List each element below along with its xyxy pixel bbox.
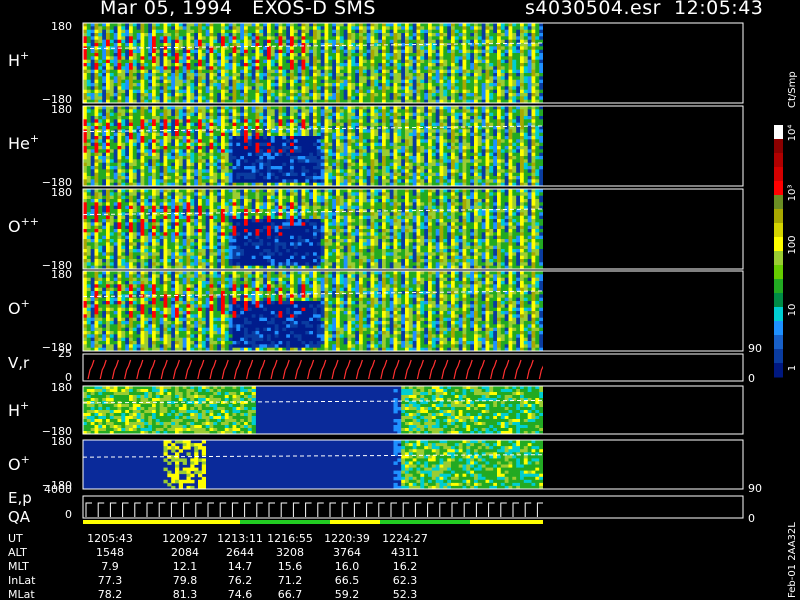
species-label: H+ [8, 399, 29, 420]
row-value: 12.1 [173, 560, 198, 573]
qa-bar [330, 520, 380, 524]
ep-label: E,p [8, 489, 32, 507]
colorbar-swatch [774, 209, 783, 224]
qa-label: QA [8, 508, 31, 526]
colorbar-swatch [774, 335, 783, 350]
y-tick-label: 180 [51, 103, 72, 116]
row-value: 2644 [226, 546, 254, 559]
row-value: 16.0 [335, 560, 360, 573]
row-name: InLat [8, 574, 36, 587]
colorbar-swatch [774, 307, 783, 322]
row-name: UT [8, 532, 23, 545]
row-value: 52.3 [393, 588, 418, 600]
row-name: ALT [8, 546, 27, 559]
y-tick-label: 180 [51, 381, 72, 394]
right-tick-label: 0 [748, 372, 755, 385]
colorbar-tick-label: 100 [787, 235, 798, 254]
colorbar-swatch [774, 321, 783, 336]
y-tick-label: 25 [58, 347, 72, 360]
colorbar-tick-label: 10⁴ [787, 125, 798, 142]
colorbar-swatch [774, 139, 783, 154]
row-value: 66.7 [278, 588, 303, 600]
colorbar-unit: Ct/Smp [787, 71, 798, 108]
species-label: O+ [8, 297, 30, 318]
y-tick-label: 180 [51, 20, 72, 33]
row-value: 16.2 [393, 560, 418, 573]
row-value: 15.6 [278, 560, 303, 573]
qa-bar [380, 520, 470, 524]
colorbar-swatch [774, 153, 783, 168]
right-tick-label: 90 [748, 482, 762, 495]
row-value: 78.2 [98, 588, 123, 600]
species-label: O+ [8, 453, 30, 474]
colorbar-swatch [774, 363, 783, 378]
y-tick-label: 0 [65, 508, 72, 521]
y-tick-label: 180 [51, 268, 72, 281]
row-value: 1213:11 [217, 532, 263, 545]
species-label: O++ [8, 215, 39, 236]
row-value: 1220:39 [324, 532, 370, 545]
colorbar-swatch [774, 195, 783, 210]
row-value: 71.2 [278, 574, 303, 587]
colorbar-swatch [774, 251, 783, 266]
colorbar-swatch [774, 237, 783, 252]
row-value: 1548 [96, 546, 124, 559]
row-value: 1216:55 [267, 532, 313, 545]
species-label: He+ [8, 132, 39, 153]
row-value: 14.7 [228, 560, 253, 573]
row-name: MLT [8, 560, 29, 573]
side-text: Feb-01 2AA32L [787, 522, 798, 598]
row-value: 7.9 [101, 560, 119, 573]
species-label: H+ [8, 49, 29, 70]
qa-bar [470, 520, 543, 524]
row-value: 3764 [333, 546, 361, 559]
row-value: 1205:43 [87, 532, 133, 545]
row-value: 66.5 [335, 574, 360, 587]
vr-label: V,r [8, 354, 30, 372]
qa-bar [240, 520, 330, 524]
colorbar-swatch [774, 223, 783, 238]
row-value: 4311 [391, 546, 419, 559]
colorbar-swatch [774, 265, 783, 280]
row-value: 62.3 [393, 574, 418, 587]
colorbar-swatch [774, 125, 783, 140]
row-name: MLat [8, 588, 35, 600]
right-tick-label: 90 [748, 342, 762, 355]
y-tick-label: 4000 [44, 483, 72, 496]
row-value: 59.2 [335, 588, 360, 600]
colorbar-tick-label: 10 [787, 304, 798, 317]
colorbar-tick-label: 10³ [787, 185, 798, 202]
row-value: 1224:27 [382, 532, 428, 545]
y-tick-label: 180 [51, 186, 72, 199]
colorbar-swatch [774, 181, 783, 196]
y-tick-label: 180 [51, 435, 72, 448]
row-value: 74.6 [228, 588, 253, 600]
colorbar-swatch [774, 349, 783, 364]
colorbar-swatch [774, 279, 783, 294]
row-value: 79.8 [173, 574, 198, 587]
row-value: 2084 [171, 546, 199, 559]
colorbar-swatch [774, 293, 783, 308]
colorbar-tick-label: 1 [787, 365, 798, 371]
row-value: 76.2 [228, 574, 253, 587]
spectrogram-figure: H+180−180He+180−180O++180−180O+180−180V,… [8, 20, 798, 600]
row-value: 1209:27 [162, 532, 208, 545]
row-value: 3208 [276, 546, 304, 559]
right-tick-label: 0 [748, 512, 755, 525]
row-value: 81.3 [173, 588, 198, 600]
qa-bar [83, 520, 240, 524]
row-value: 77.3 [98, 574, 123, 587]
colorbar-swatch [774, 167, 783, 182]
